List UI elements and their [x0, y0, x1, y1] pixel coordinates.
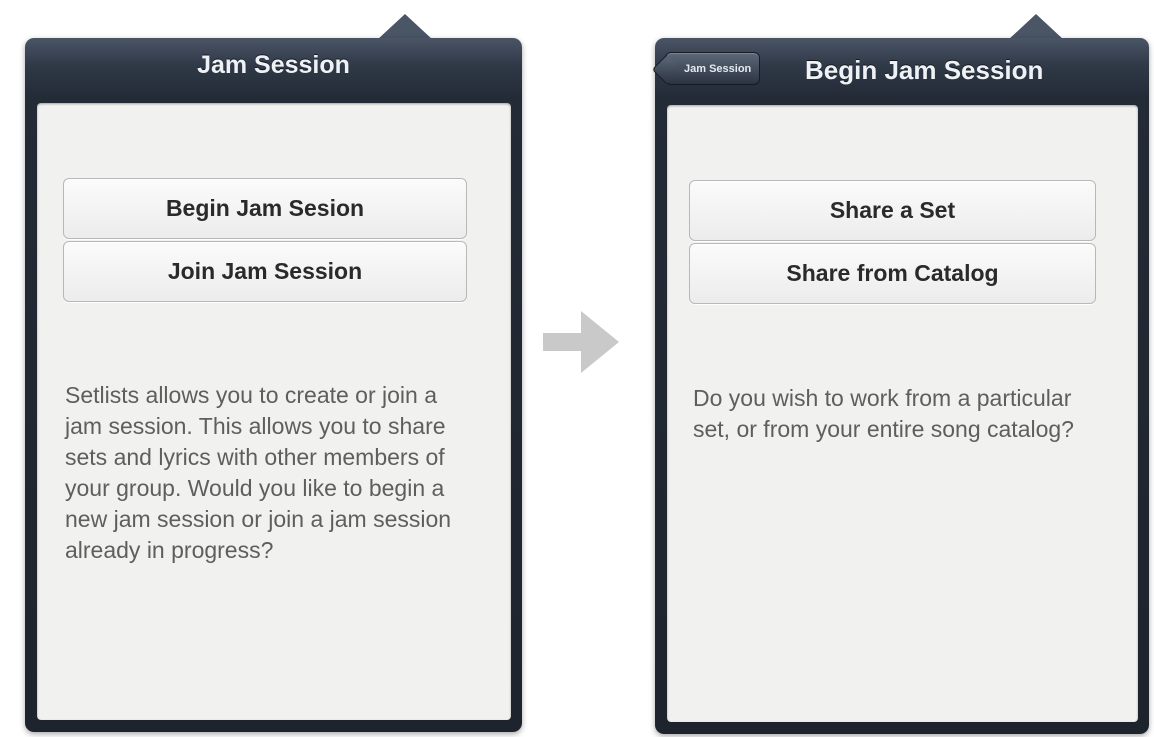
back-button[interactable]: Jam Session — [651, 52, 761, 85]
back-arrow-icon — [651, 54, 682, 85]
right-arrow-icon — [543, 311, 619, 373]
description-text: Setlists allows you to create or join a … — [65, 382, 452, 563]
popover-title: Jam Session — [197, 51, 350, 79]
share-a-set-button[interactable]: Share a Set — [689, 180, 1096, 241]
popover-arrow-right — [1008, 14, 1064, 40]
begin-jam-session-button[interactable]: Begin Jam Sesion — [63, 178, 467, 239]
jam-session-popover: Jam Session Begin Jam Sesion Join Jam Se… — [25, 38, 522, 732]
popover-title: Begin Jam Session — [805, 55, 1044, 85]
popover-content: Begin Jam Sesion Join Jam Session Setlis… — [37, 103, 511, 720]
back-button-label: Jam Session — [684, 62, 752, 75]
share-from-catalog-button[interactable]: Share from Catalog — [689, 243, 1096, 304]
description-text: Do you wish to work from a particular se… — [693, 385, 1074, 442]
begin-jam-session-popover: Jam Session Begin Jam Session Share a Se… — [651, 38, 1149, 734]
popover-arrow-left — [377, 14, 433, 40]
popover-content: Share a Set Share from Catalog Do you wi… — [667, 105, 1138, 722]
join-jam-session-button[interactable]: Join Jam Session — [63, 241, 467, 302]
